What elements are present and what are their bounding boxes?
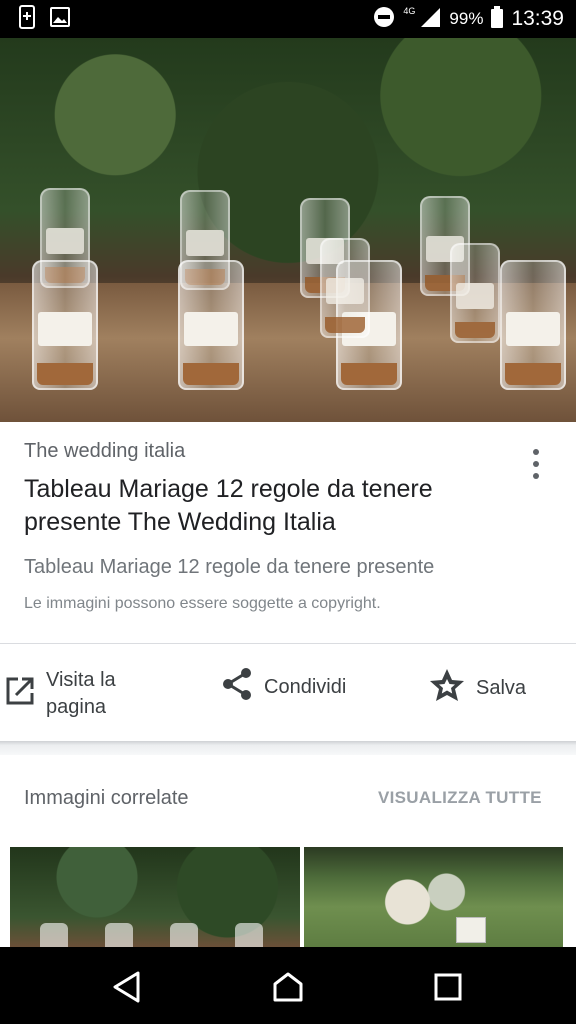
save-label: Salva — [476, 676, 527, 699]
visit-page-label: Visita la pagina — [46, 669, 116, 718]
image-jar — [178, 260, 244, 390]
open-in-new-icon — [4, 675, 36, 713]
image-jar — [450, 243, 500, 343]
image-jar — [32, 260, 98, 390]
image-jar — [320, 238, 370, 338]
divider — [0, 643, 576, 644]
share-icon — [220, 667, 254, 707]
section-separator — [0, 741, 576, 755]
visit-page-button[interactable]: Visita la pagina — [4, 667, 146, 721]
copyright-notice: Le immagini possono essere soggette a co… — [24, 595, 381, 612]
status-bar: 4G 99% 13:39 — [0, 0, 576, 38]
network-type-label: 4G — [403, 6, 416, 16]
result-title[interactable]: Tableau Mariage 12 regole da tenere pres… — [24, 473, 524, 539]
source-name[interactable]: The wedding italia — [24, 440, 185, 463]
star-icon — [428, 667, 466, 709]
recents-icon — [434, 973, 462, 1006]
battery-percent: 99% — [449, 9, 484, 28]
screenshot-icon — [18, 4, 36, 34]
recents-button[interactable] — [428, 969, 468, 1009]
home-button[interactable] — [268, 969, 308, 1009]
view-all-button[interactable]: VISUALIZZA TUTTE — [378, 788, 542, 808]
share-button[interactable]: Condividi — [220, 667, 346, 707]
clock: 13:39 — [511, 7, 564, 30]
share-label: Condividi — [264, 675, 347, 698]
navigation-bar — [0, 947, 576, 1024]
image-jar — [500, 260, 566, 390]
back-button[interactable] — [107, 969, 147, 1009]
back-icon — [112, 971, 142, 1008]
status-left — [18, 4, 70, 34]
image-icon — [50, 6, 70, 32]
save-button[interactable]: Salva — [428, 667, 526, 709]
result-description: Tableau Mariage 12 regole da tenere pres… — [24, 556, 435, 578]
related-image-thumbnail[interactable] — [10, 847, 300, 947]
more-vert-icon — [533, 449, 539, 455]
result-image[interactable] — [0, 38, 576, 422]
battery-icon — [491, 5, 504, 33]
status-right: 4G 99% 13:39 — [373, 5, 564, 33]
signal-icon — [419, 6, 441, 33]
related-images-heading: Immagini correlate — [24, 787, 189, 809]
related-image-thumbnail[interactable] — [304, 847, 563, 947]
home-icon — [271, 970, 305, 1009]
more-options-button[interactable] — [520, 442, 552, 486]
do-not-disturb-icon — [373, 6, 395, 33]
